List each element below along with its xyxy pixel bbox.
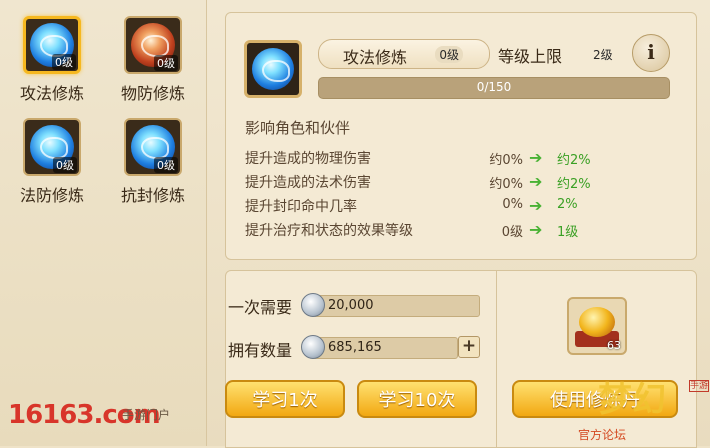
experience-progress-bar: 0/150 bbox=[318, 77, 670, 99]
skill-physical-defense[interactable]: 0级 物防修炼 bbox=[103, 16, 203, 104]
info-icon[interactable]: i bbox=[632, 34, 670, 72]
effect-current-value: 约0% bbox=[489, 153, 523, 168]
effect-current-value: 0% bbox=[502, 197, 523, 212]
item-count: 63 bbox=[607, 339, 621, 352]
effect-row: 提升封印命中几率 0% ➔ 2% bbox=[245, 194, 665, 218]
game-watermark-logo: 梦幻 bbox=[598, 380, 666, 420]
silver-coin-icon bbox=[301, 293, 325, 317]
owned-amount-label: 拥有数量 bbox=[228, 341, 293, 360]
effects-section-title: 影响角色和伙伴 bbox=[245, 119, 351, 137]
level-cap-label: 等级上限 bbox=[498, 47, 563, 66]
game-watermark-tag: 手游 bbox=[689, 380, 709, 392]
effect-row: 提升造成的物理伤害 约0% ➔ 约2% bbox=[245, 146, 665, 170]
progress-text: 0/150 bbox=[476, 80, 512, 94]
skill-name-bar: 攻法修炼 0级 bbox=[318, 39, 490, 69]
effect-label: 提升造成的物理伤害 bbox=[245, 151, 371, 167]
effect-current-value: 0级 bbox=[501, 225, 523, 240]
cost-need-value: 20,000 bbox=[328, 298, 374, 313]
skill-label: 法防修炼 bbox=[19, 186, 84, 205]
skill-label: 攻法修炼 bbox=[19, 84, 84, 103]
arrow-right-icon: ➔ bbox=[529, 196, 543, 215]
skill-level-badge: 0级 bbox=[154, 157, 178, 173]
game-watermark-subtitle: 官方论坛 bbox=[578, 428, 627, 442]
site-watermark-subtitle: 手游门户 bbox=[122, 408, 171, 422]
skill-current-level: 0级 bbox=[435, 46, 463, 63]
cost-need-label: 一次需要 bbox=[228, 298, 293, 317]
learn-ten-button[interactable]: 学习10次 bbox=[357, 380, 477, 418]
learn-once-button[interactable]: 学习1次 bbox=[225, 380, 345, 418]
effect-label: 提升治疗和状态的效果等级 bbox=[245, 223, 413, 239]
skill-seal-resist[interactable]: 0级 抗封修炼 bbox=[103, 118, 203, 206]
skill-level-badge: 0级 bbox=[52, 54, 76, 70]
add-currency-button[interactable]: + bbox=[458, 336, 480, 358]
effect-next-value: 2% bbox=[557, 197, 578, 212]
seal-resist-orb-icon: 0级 bbox=[124, 118, 182, 176]
owned-amount-value: 685,165 bbox=[328, 340, 382, 355]
effect-label: 提升封印命中几率 bbox=[245, 199, 357, 215]
effect-row: 提升造成的法术伤害 约0% ➔ 约2% bbox=[245, 170, 665, 194]
effect-next-value: 约2% bbox=[557, 153, 591, 168]
level-cap-value: 2级 bbox=[593, 48, 613, 62]
effect-label: 提升造成的法术伤害 bbox=[245, 175, 371, 191]
effect-row: 提升治疗和状态的效果等级 0级 ➔ 1级 bbox=[245, 218, 665, 242]
skill-label: 物防修炼 bbox=[120, 84, 185, 103]
cultivation-pill-icon bbox=[579, 307, 615, 337]
skill-name: 攻法修炼 bbox=[343, 48, 408, 67]
skill-attack-magic[interactable]: 0级 攻法修炼 bbox=[2, 16, 102, 104]
skill-magic-defense[interactable]: 0级 法防修炼 bbox=[2, 118, 102, 206]
physical-defense-orb-icon: 0级 bbox=[124, 16, 182, 74]
cultivation-screen: 0级 攻法修炼 0级 物防修炼 0级 法防修炼 0级 抗封修炼 16163.co… bbox=[0, 0, 710, 448]
skill-label: 抗封修炼 bbox=[120, 186, 185, 205]
effect-next-value: 约2% bbox=[557, 177, 591, 192]
attack-magic-orb-icon: 0级 bbox=[23, 16, 81, 74]
selected-skill-icon bbox=[244, 40, 302, 98]
skill-list: 0级 攻法修炼 0级 物防修炼 0级 法防修炼 0级 抗封修炼 16163.co… bbox=[0, 0, 207, 446]
arrow-right-icon: ➔ bbox=[529, 172, 543, 191]
arrow-right-icon: ➔ bbox=[529, 220, 543, 239]
effect-next-value: 1级 bbox=[557, 225, 579, 240]
effects-list: 提升造成的物理伤害 约0% ➔ 约2% 提升造成的法术伤害 约0% ➔ 约2% … bbox=[245, 146, 665, 242]
item-slot[interactable]: 63 bbox=[567, 297, 627, 355]
silver-coin-icon bbox=[301, 335, 325, 359]
effect-current-value: 约0% bbox=[489, 177, 523, 192]
magic-defense-orb-icon: 0级 bbox=[23, 118, 81, 176]
skill-level-badge: 0级 bbox=[154, 55, 178, 71]
skill-level-badge: 0级 bbox=[53, 157, 77, 173]
arrow-right-icon: ➔ bbox=[529, 148, 543, 167]
